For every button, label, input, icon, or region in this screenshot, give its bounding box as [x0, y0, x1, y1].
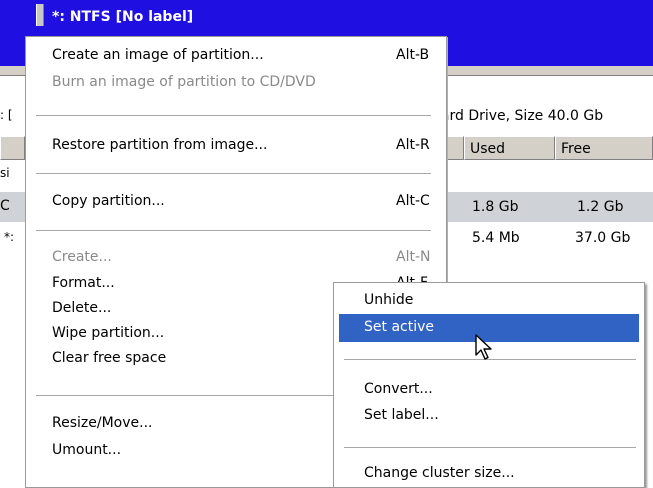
submenu-item-set-active[interactable]: Set active	[364, 319, 434, 335]
column-header-used[interactable]: Used	[464, 136, 555, 160]
menu-item-create[interactable]: Create...	[52, 249, 112, 265]
clipped-text: : [	[0, 108, 13, 122]
menu-item-format[interactable]: Format...	[52, 275, 115, 291]
table-cell-free: 37.0 Gb	[575, 230, 631, 246]
title-grip-handle[interactable]	[36, 4, 44, 26]
drive-info-label: lard Drive, Size 40.0 Gb	[437, 108, 604, 124]
submenu-item-unhide[interactable]: Unhide	[364, 292, 413, 308]
menu-separator	[344, 447, 636, 449]
partition-submenu: Unhide Set active Convert... Set label..…	[333, 282, 645, 488]
menu-item-wipe-partition[interactable]: Wipe partition...	[52, 325, 164, 341]
menu-shortcut: Alt-C	[396, 193, 430, 209]
submenu-item-set-label[interactable]: Set label...	[364, 407, 439, 423]
table-cell-free: 1.2 Gb	[577, 199, 624, 215]
window-title: *: NTFS [No label]	[52, 9, 194, 25]
menu-item-umount[interactable]: Umount...	[52, 442, 121, 458]
column-header-volume[interactable]	[0, 136, 25, 160]
mouse-pointer-icon	[475, 334, 492, 360]
clipped-text: C	[0, 198, 10, 214]
column-header-free[interactable]: Free	[555, 136, 653, 160]
menu-shortcut: Alt-R	[396, 137, 430, 153]
table-cell-used: 5.4 Mb	[472, 230, 520, 246]
menu-item-copy-partition[interactable]: Copy partition...	[52, 193, 165, 209]
clipped-text: si	[0, 166, 10, 180]
menu-item-create-image[interactable]: Create an image of partition...	[52, 47, 264, 63]
table-cell-used: 1.8 Gb	[472, 199, 519, 215]
clipped-text: *:	[4, 230, 15, 244]
menu-item-burn-image[interactable]: Burn an image of partition to CD/DVD	[52, 74, 316, 90]
menu-item-delete[interactable]: Delete...	[52, 300, 111, 316]
menu-separator	[36, 173, 431, 175]
menu-shortcut: Alt-B	[396, 47, 430, 63]
menu-item-resize-move[interactable]: Resize/Move...	[52, 415, 152, 431]
submenu-item-convert[interactable]: Convert...	[364, 381, 433, 397]
submenu-item-change-cluster-size[interactable]: Change cluster size...	[364, 465, 515, 481]
menu-separator	[36, 115, 431, 117]
menu-item-clear-free-space[interactable]: Clear free space	[52, 350, 166, 366]
menu-item-restore-partition[interactable]: Restore partition from image...	[52, 137, 267, 153]
menu-shortcut: Alt-N	[396, 249, 431, 265]
column-header-blank[interactable]	[444, 136, 464, 160]
menu-separator	[36, 230, 431, 232]
